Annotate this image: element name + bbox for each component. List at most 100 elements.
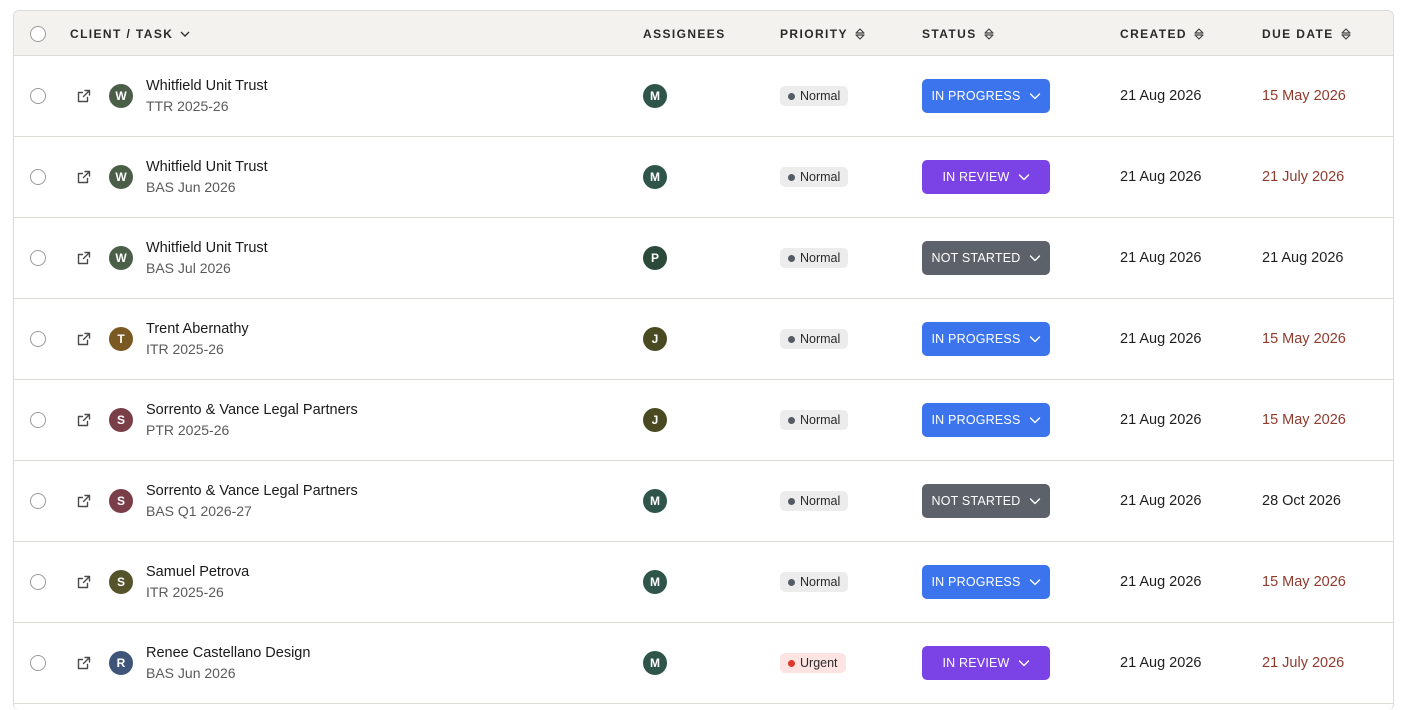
row-checkbox[interactable] <box>30 331 46 347</box>
table-row[interactable]: S Samuel Petrova ITR 2025-26 M Normal IN… <box>14 542 1393 623</box>
select-all-checkbox[interactable] <box>30 25 46 42</box>
column-header-created[interactable]: CREATED <box>1120 11 1204 56</box>
priority-badge[interactable]: Normal <box>780 248 849 268</box>
status-dropdown[interactable]: IN REVIEW <box>922 646 1050 680</box>
status-label: NOT STARTED <box>931 251 1021 265</box>
due-date: 15 May 2026 <box>1262 331 1346 347</box>
table-row[interactable]: R Renee Castellano Design BAS Jun 2026 M… <box>14 623 1393 704</box>
row-checkbox[interactable] <box>30 655 46 671</box>
created-cell: 21 Aug 2026 <box>1120 137 1201 217</box>
external-link-icon[interactable] <box>76 169 92 185</box>
client-avatar: T <box>109 327 133 351</box>
external-link-icon[interactable] <box>76 331 92 347</box>
priority-badge[interactable]: Normal <box>780 167 849 187</box>
created-cell: 21 Aug 2026 <box>1120 56 1201 136</box>
row-select-cell <box>30 56 46 136</box>
external-link-icon[interactable] <box>76 250 92 266</box>
status-dropdown[interactable]: NOT STARTED <box>922 484 1050 518</box>
client-avatar: S <box>109 408 133 432</box>
priority-badge[interactable]: Urgent <box>780 653 846 673</box>
status-dropdown[interactable]: IN REVIEW <box>922 160 1050 194</box>
priority-label: Normal <box>800 170 841 184</box>
client-avatar-cell: W <box>109 137 133 217</box>
client-name[interactable]: Whitfield Unit Trust <box>146 76 268 96</box>
priority-badge[interactable]: Normal <box>780 86 849 106</box>
open-link-cell <box>76 137 92 217</box>
chevron-down-icon <box>1029 497 1041 505</box>
client-name[interactable]: Sorrento & Vance Legal Partners <box>146 481 358 501</box>
client-name[interactable]: Whitfield Unit Trust <box>146 157 268 177</box>
status-dropdown[interactable]: IN PROGRESS <box>922 79 1050 113</box>
client-name[interactable]: Trent Abernathy <box>146 319 249 339</box>
created-cell: 21 Aug 2026 <box>1120 542 1201 622</box>
status-dropdown[interactable]: IN PROGRESS <box>922 565 1050 599</box>
row-checkbox[interactable] <box>30 250 46 266</box>
assignee-avatar[interactable]: M <box>643 84 667 108</box>
priority-dot-icon <box>788 497 795 505</box>
client-name[interactable]: Whitfield Unit Trust <box>146 238 268 258</box>
status-label: IN REVIEW <box>942 656 1010 670</box>
assignee-avatar[interactable]: M <box>643 165 667 189</box>
table-row[interactable]: T Trent Abernathy ITR 2025-26 J Normal I… <box>14 299 1393 380</box>
client-avatar-cell: T <box>109 299 133 379</box>
assignee-avatar[interactable]: J <box>643 408 667 432</box>
column-header-client-task-label: CLIENT / TASK <box>70 26 174 41</box>
table-row[interactable]: W Whitfield Unit Trust TTR 2025-26 M Nor… <box>14 56 1393 137</box>
due-date: 28 Oct 2026 <box>1262 493 1341 509</box>
external-link-icon[interactable] <box>76 493 92 509</box>
chevron-down-icon <box>1029 92 1041 100</box>
external-link-icon[interactable] <box>76 412 92 428</box>
client-avatar: S <box>109 489 133 513</box>
assignee-avatar[interactable]: P <box>643 246 667 270</box>
column-header-created-label: CREATED <box>1120 26 1187 41</box>
row-checkbox[interactable] <box>30 574 46 590</box>
assignee-avatar[interactable]: J <box>643 327 667 351</box>
external-link-icon[interactable] <box>76 655 92 671</box>
table-row[interactable]: S Sorrento & Vance Legal Partners BAS Q1… <box>14 461 1393 542</box>
assignee-avatar[interactable]: M <box>643 489 667 513</box>
priority-badge[interactable]: Normal <box>780 410 849 430</box>
task-name: PTR 2025-26 <box>146 422 230 438</box>
table-row[interactable]: S Sorrento & Vance Legal Partners PTR 20… <box>14 380 1393 461</box>
priority-badge[interactable]: Normal <box>780 572 849 592</box>
assignees-cell: P <box>643 218 667 298</box>
row-select-cell <box>30 542 46 622</box>
chevron-down-icon <box>1029 254 1041 262</box>
assignee-avatar[interactable]: M <box>643 570 667 594</box>
external-link-icon[interactable] <box>76 574 92 590</box>
client-name[interactable]: Samuel Petrova <box>146 562 249 582</box>
column-header-priority[interactable]: PRIORITY <box>780 11 865 56</box>
status-dropdown[interactable]: IN PROGRESS <box>922 322 1050 356</box>
table-row[interactable]: W Whitfield Unit Trust BAS Jul 2026 P No… <box>14 218 1393 299</box>
created-cell: 21 Aug 2026 <box>1120 623 1201 703</box>
sort-icon <box>984 27 994 40</box>
due-date-cell: 15 May 2026 <box>1262 56 1346 136</box>
open-link-cell <box>76 461 92 541</box>
due-date: 21 Aug 2026 <box>1262 250 1344 266</box>
row-checkbox[interactable] <box>30 493 46 509</box>
priority-label: Normal <box>800 413 841 427</box>
status-dropdown[interactable]: IN PROGRESS <box>922 403 1050 437</box>
external-link-icon[interactable] <box>76 88 92 104</box>
assignee-avatar[interactable]: M <box>643 651 667 675</box>
column-header-client-task[interactable]: CLIENT / TASK <box>70 11 190 56</box>
priority-dot-icon <box>788 416 795 424</box>
chevron-down-icon <box>1029 416 1041 424</box>
client-name[interactable]: Sorrento & Vance Legal Partners <box>146 400 358 420</box>
status-dropdown[interactable]: NOT STARTED <box>922 241 1050 275</box>
status-cell: IN PROGRESS <box>922 542 1050 622</box>
open-link-cell <box>76 623 92 703</box>
row-select-cell <box>30 137 46 217</box>
row-checkbox[interactable] <box>30 88 46 104</box>
column-header-due-date[interactable]: DUE DATE <box>1262 11 1351 56</box>
chevron-down-icon <box>1029 578 1041 586</box>
table-row[interactable]: W Whitfield Unit Trust BAS Jun 2026 M No… <box>14 137 1393 218</box>
priority-badge[interactable]: Normal <box>780 491 849 511</box>
priority-badge[interactable]: Normal <box>780 329 849 349</box>
row-checkbox[interactable] <box>30 169 46 185</box>
column-header-status[interactable]: STATUS <box>922 11 994 56</box>
client-task-cell: Whitfield Unit Trust TTR 2025-26 <box>146 56 268 136</box>
row-checkbox[interactable] <box>30 412 46 428</box>
client-name[interactable]: Renee Castellano Design <box>146 643 310 663</box>
status-cell: IN REVIEW <box>922 137 1050 217</box>
